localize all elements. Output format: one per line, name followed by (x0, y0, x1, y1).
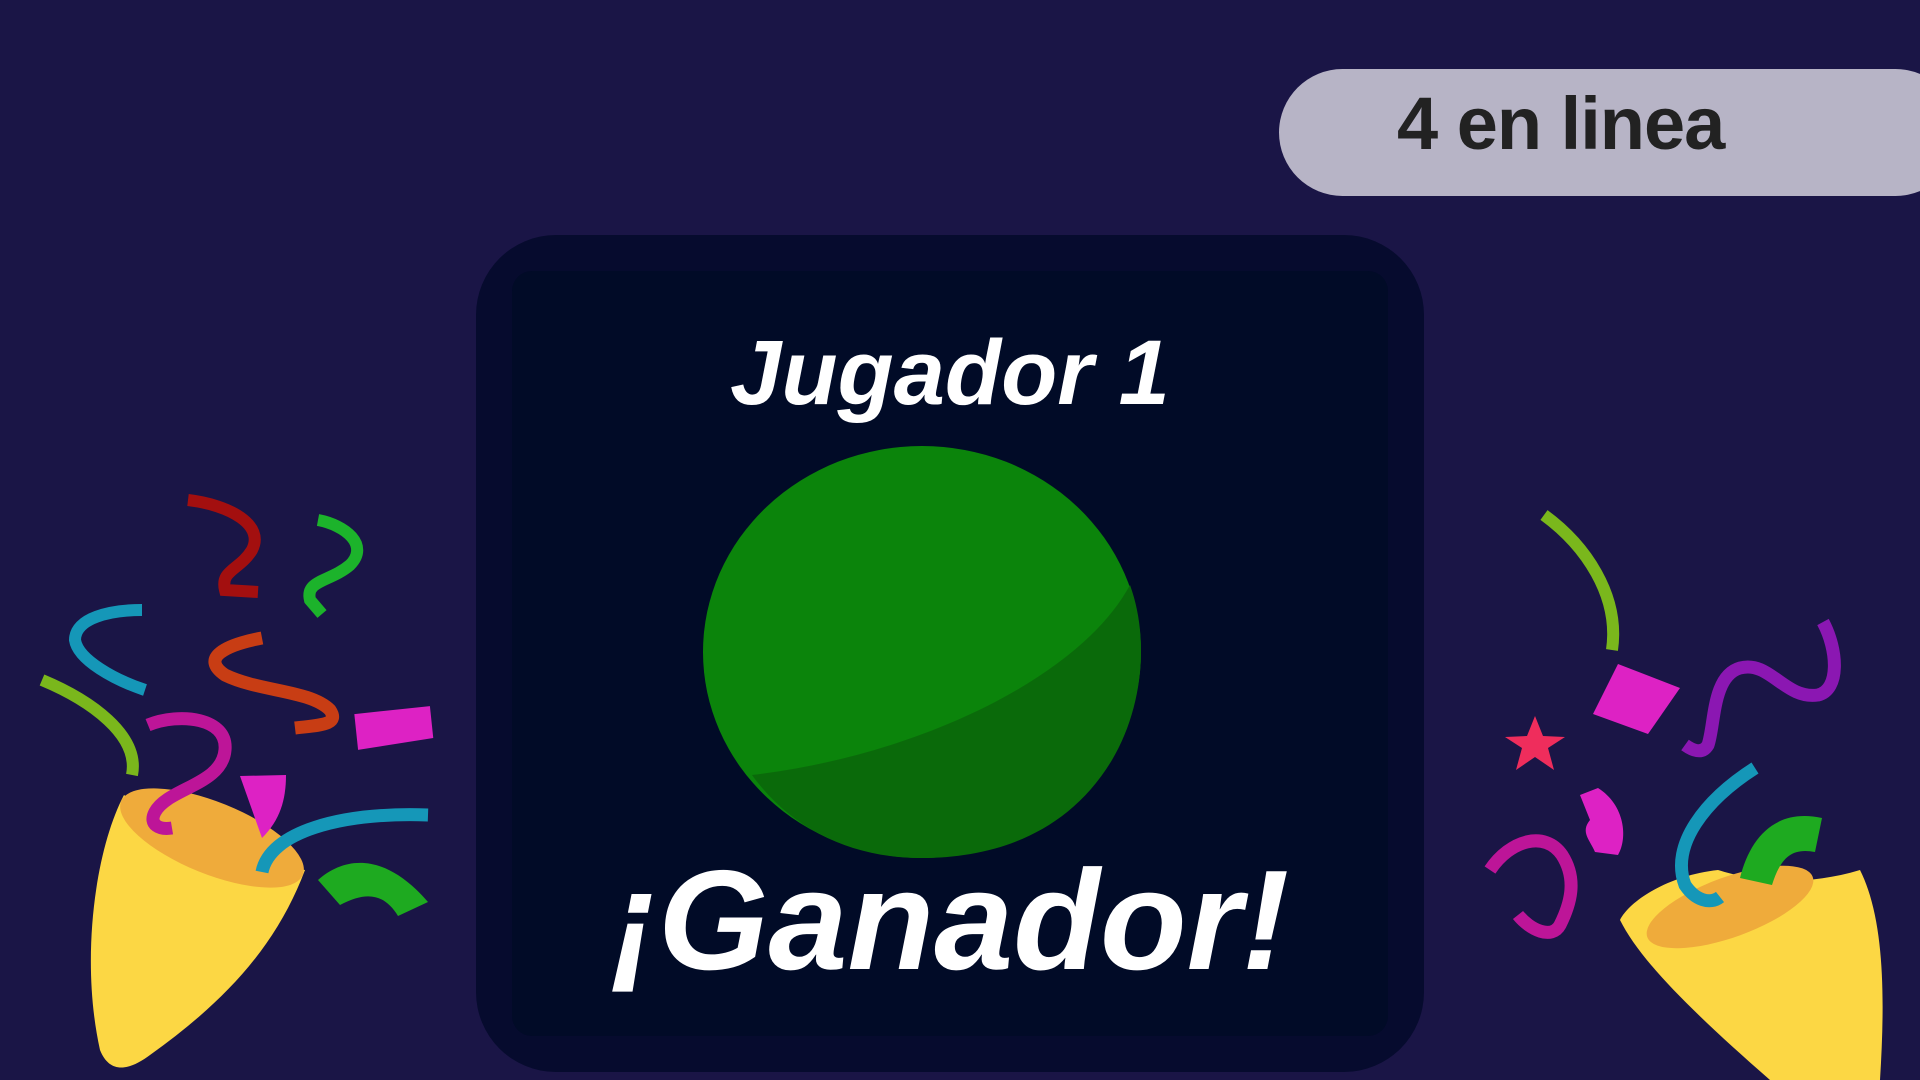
game-screen: 4 en linea Jugador 1 ¡Ganador! (0, 0, 1920, 1080)
party-popper-right-icon (1484, 510, 1883, 1080)
winner-player-name: Jugador 1 (730, 322, 1170, 424)
winner-card: Jugador 1 ¡Ganador! (476, 235, 1424, 1072)
winner-card-body: Jugador 1 ¡Ganador! (512, 271, 1388, 1036)
winner-banner: ¡Ganador! (610, 841, 1290, 1000)
party-popper-left-icon (39, 494, 434, 1068)
winner-piece-icon (703, 446, 1142, 858)
